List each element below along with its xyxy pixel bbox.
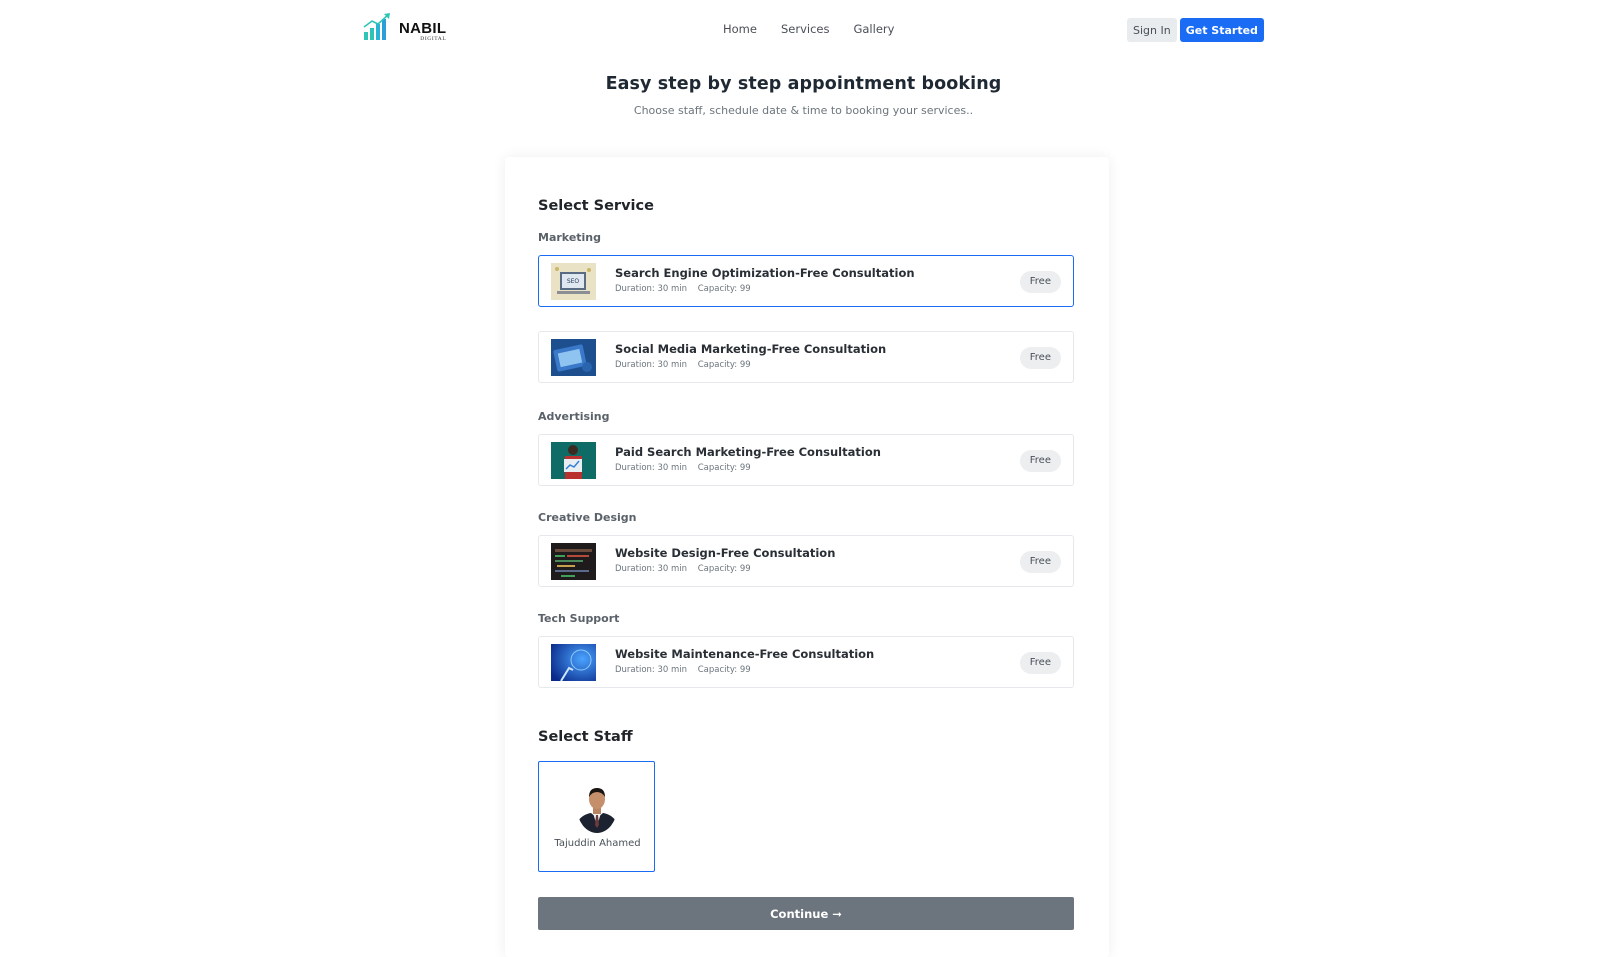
service-duration: Duration: 30 min: [615, 463, 688, 473]
nav-gallery[interactable]: Gallery: [853, 22, 894, 36]
site-header: NABIL DIGITAL Home Services Gallery Sign…: [0, 0, 1607, 60]
nav-home[interactable]: Home: [723, 22, 757, 36]
continue-button[interactable]: Continue ➞: [538, 897, 1074, 930]
seo-thumbnail: SEO: [551, 263, 596, 300]
design-thumbnail: [551, 543, 596, 580]
service-option-website-design[interactable]: Website Design-Free Consultation Duratio…: [538, 535, 1074, 587]
price-badge: Free: [1019, 450, 1061, 472]
service-name: Website Design-Free Consultation: [615, 546, 836, 560]
staff-name: Tajuddin Ahamed: [554, 838, 641, 849]
page-title: Easy step by step appointment booking: [605, 74, 1002, 94]
category-label: Tech Support: [538, 612, 620, 625]
brand-name: NABIL: [399, 20, 447, 37]
service-meta: Duration: 30 min Capacity: 99: [615, 284, 751, 294]
main-nav: Home Services Gallery: [723, 22, 894, 36]
select-staff-heading: Select Staff: [538, 729, 633, 745]
service-name: Website Maintenance-Free Consultation: [615, 647, 875, 661]
svg-text:SEO: SEO: [567, 278, 580, 285]
service-meta: Duration: 30 min Capacity: 99: [615, 360, 751, 370]
page-subtitle: Choose staff, schedule date & time to bo…: [633, 104, 974, 117]
maintenance-thumbnail: [551, 644, 596, 681]
price-badge: Free: [1019, 652, 1061, 674]
service-duration: Duration: 30 min: [615, 564, 688, 574]
sign-in-button[interactable]: Sign In: [1127, 18, 1177, 42]
service-meta: Duration: 30 min Capacity: 99: [615, 463, 751, 473]
service-capacity: Capacity: 99: [697, 463, 751, 473]
service-name: Search Engine Optimization-Free Consulta…: [615, 266, 915, 280]
nav-services[interactable]: Services: [781, 22, 830, 36]
service-name: Paid Search Marketing-Free Consultation: [615, 445, 881, 459]
booking-card: Select Service Marketing SEO Search Engi…: [505, 157, 1109, 957]
service-option-social-media[interactable]: Social Media Marketing-Free Consultation…: [538, 331, 1074, 383]
service-option-website-maintenance[interactable]: Website Maintenance-Free Consultation Du…: [538, 636, 1074, 688]
bar-chart-logo-icon: [363, 12, 395, 42]
select-service-heading: Select Service: [538, 198, 654, 214]
service-duration: Duration: 30 min: [615, 360, 688, 370]
price-badge: Free: [1019, 271, 1061, 293]
staff-avatar: [577, 782, 617, 833]
service-capacity: Capacity: 99: [697, 360, 751, 370]
staff-option[interactable]: Tajuddin Ahamed: [538, 761, 655, 872]
service-option-paid-search[interactable]: Paid Search Marketing-Free Consultation …: [538, 434, 1074, 486]
social-thumbnail: [551, 339, 596, 376]
service-option-seo[interactable]: SEO Search Engine Optimization-Free Cons…: [538, 255, 1074, 307]
ppc-thumbnail: [551, 442, 596, 479]
service-duration: Duration: 30 min: [615, 284, 688, 294]
service-meta: Duration: 30 min Capacity: 99: [615, 564, 751, 574]
price-badge: Free: [1019, 551, 1061, 573]
category-label: Marketing: [538, 231, 602, 244]
service-meta: Duration: 30 min Capacity: 99: [615, 665, 751, 675]
auth-buttons: Sign In Get Started: [1127, 18, 1264, 42]
service-capacity: Capacity: 99: [697, 665, 751, 675]
service-name: Social Media Marketing-Free Consultation: [615, 342, 887, 356]
service-duration: Duration: 30 min: [615, 665, 688, 675]
category-label: Advertising: [538, 410, 610, 423]
category-label: Creative Design: [538, 511, 637, 524]
get-started-button[interactable]: Get Started: [1179, 18, 1264, 42]
service-capacity: Capacity: 99: [697, 564, 751, 574]
brand-logo[interactable]: NABIL DIGITAL: [363, 12, 446, 42]
service-capacity: Capacity: 99: [697, 284, 751, 294]
price-badge: Free: [1019, 347, 1061, 369]
brand-subtitle: DIGITAL: [420, 36, 447, 42]
